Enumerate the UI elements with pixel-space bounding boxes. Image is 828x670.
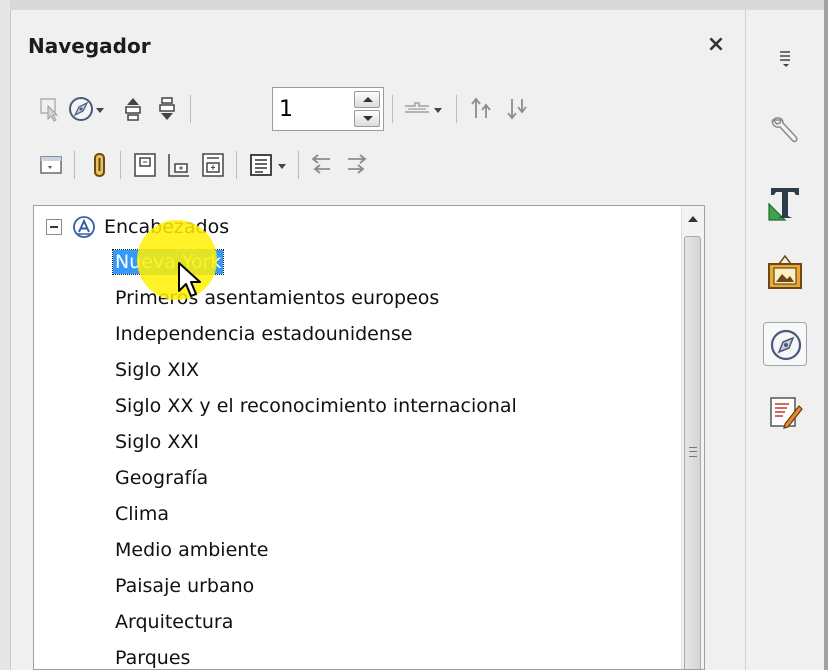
close-button[interactable]: ×	[701, 30, 731, 60]
manage-changes-icon[interactable]	[763, 390, 807, 434]
tree-item-label: Nueva York	[111, 249, 225, 275]
demote-level-icon[interactable]	[504, 94, 534, 124]
window-edge	[824, 0, 828, 670]
tree-item-heading[interactable]: Parques	[115, 640, 517, 669]
collapse-toggle[interactable]	[46, 219, 62, 235]
tree-item-label: Siglo XIX	[115, 359, 199, 381]
sidebar-menu-icon[interactable]	[763, 36, 807, 80]
toolbar-separator	[456, 95, 457, 123]
tree-item-label: Siglo XXI	[115, 431, 199, 453]
tree-item-label: Arquitectura	[115, 611, 234, 633]
sidebar-tabbar	[745, 10, 828, 670]
dropdown-arrow-icon[interactable]	[430, 94, 446, 124]
scroll-grip-icon	[689, 447, 697, 457]
tree-item-heading[interactable]: Independencia estadounidense	[115, 316, 517, 352]
spin-up-button[interactable]	[354, 91, 380, 108]
tree-item-label: Geografía	[115, 467, 209, 489]
toggle-icon[interactable]	[36, 94, 66, 124]
tree-item-heading[interactable]: Siglo XXI	[115, 424, 517, 460]
tree-item-heading[interactable]: Siglo XIX	[115, 352, 517, 388]
window-top-border	[0, 0, 828, 10]
content-view-icon[interactable]	[36, 150, 66, 180]
drag-mode-icon[interactable]	[402, 94, 432, 124]
tree-item-label: Medio ambiente	[115, 539, 269, 561]
page-number-input[interactable]	[279, 94, 349, 124]
reminder-icon[interactable]	[84, 150, 114, 180]
spin-buttons	[354, 91, 380, 127]
navigator-tree[interactable]: Encabezados Nueva York Primeros asentamie…	[33, 205, 705, 670]
demote-chapter-icon[interactable]	[342, 150, 372, 180]
spin-down-button[interactable]	[354, 110, 380, 127]
styles-formatting-icon[interactable]	[763, 182, 807, 226]
toolbar-separator	[190, 95, 191, 123]
heading-list: Nueva York Primeros asentamientos europeo…	[111, 244, 517, 669]
anchor-icon[interactable]	[198, 150, 228, 180]
toolbar-separator	[392, 95, 393, 123]
scroll-thumb[interactable]	[684, 236, 701, 669]
toolbar-separator	[74, 151, 75, 179]
tree-item-label: Parques	[115, 647, 191, 669]
tree-item-heading[interactable]: Arquitectura	[115, 604, 517, 640]
page-number-spinbox[interactable]	[272, 87, 384, 131]
tree-item-heading[interactable]: Geografía	[115, 460, 517, 496]
tree-item-label: Siglo XX y el reconocimiento internacion…	[115, 395, 517, 417]
vertical-scrollbar[interactable]	[681, 206, 704, 669]
tree-item-label: Paisaje urbano	[115, 575, 255, 597]
dropdown-arrow-icon[interactable]	[92, 94, 108, 124]
tree-item-label: Clima	[115, 503, 169, 525]
tree-item-heading[interactable]: Medio ambiente	[115, 532, 517, 568]
tree-item-heading[interactable]: Clima	[115, 496, 517, 532]
properties-wrench-icon[interactable]	[763, 110, 807, 154]
promote-chapter-icon[interactable]	[306, 150, 336, 180]
panel-title: Navegador	[28, 34, 151, 58]
toolbar-separator	[236, 151, 237, 179]
header-icon[interactable]	[130, 150, 160, 180]
tree-item-label: Primeros asentamientos europeos	[115, 287, 440, 309]
tree-item-heading[interactable]: Primeros asentamientos europeos	[115, 280, 517, 316]
list-box-icon[interactable]	[246, 150, 276, 180]
toolbar-separator	[120, 151, 121, 179]
tree-item-label: Independencia estadounidense	[115, 323, 413, 345]
footer-icon[interactable]	[164, 150, 194, 180]
tree-item-heading[interactable]: Siglo XX y el reconocimiento internacion…	[115, 388, 517, 424]
toolbar-separator	[298, 151, 299, 179]
tree-root-label: Encabezados	[104, 216, 230, 238]
gallery-icon[interactable]	[763, 252, 807, 296]
scroll-up-arrow[interactable]	[682, 206, 704, 232]
dropdown-arrow-icon[interactable]	[274, 150, 290, 180]
previous-icon[interactable]	[118, 94, 148, 124]
screen: Navegador × 1 Encabezados Nueva York Pri…	[0, 0, 828, 670]
tree-item-heading[interactable]: Nueva York	[111, 244, 517, 280]
next-icon[interactable]	[152, 94, 182, 124]
navigator-compass-icon[interactable]	[763, 322, 807, 366]
document-edge	[0, 0, 10, 670]
tree-item-heading[interactable]: Paisaje urbano	[115, 568, 517, 604]
promote-level-icon[interactable]	[468, 94, 498, 124]
headings-category-icon	[73, 216, 95, 238]
tree-root-headings[interactable]: Encabezados	[46, 212, 229, 242]
